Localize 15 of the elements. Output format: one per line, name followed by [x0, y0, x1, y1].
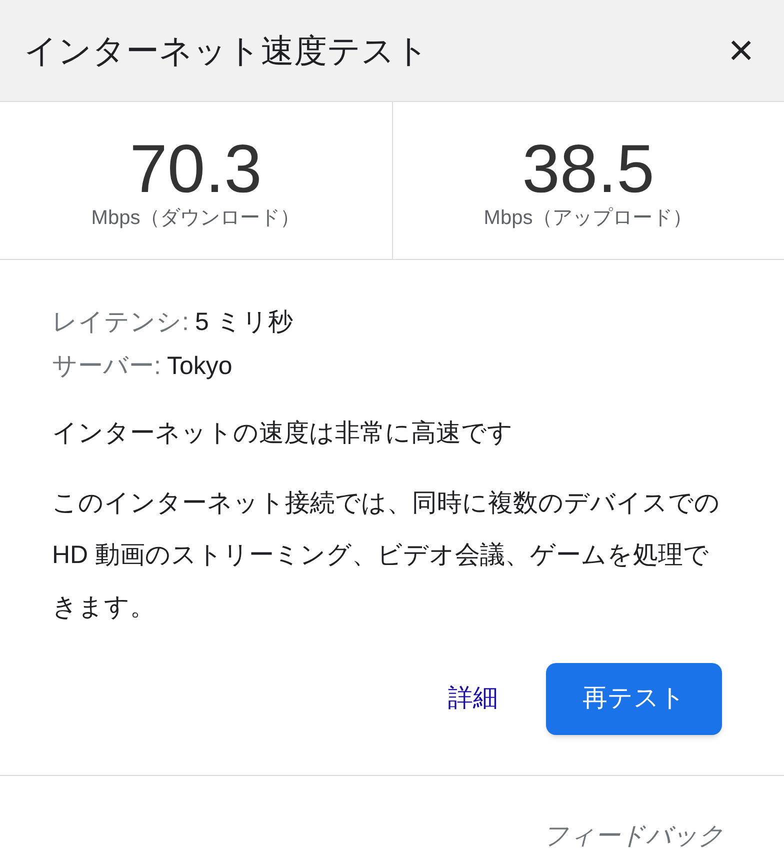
speed-summary: インターネットの速度は非常に高速です: [52, 418, 514, 449]
description-text: このインターネット接続では、同時に複数のデバイスでの HD 動画のストリーミング、ビデオ会議、ゲームを処理できます。: [52, 488, 721, 622]
details-link[interactable]: 詳細: [448, 680, 498, 718]
retest-button[interactable]: 再テスト: [546, 662, 722, 734]
speed-value: 70.3: [130, 134, 262, 202]
detail-value: 5 ミリ秒: [194, 307, 293, 338]
detail-label: レイテンシ:: [52, 307, 189, 338]
close-button[interactable]: ×: [728, 28, 754, 72]
dialog-title: インターネット速度テスト: [24, 30, 429, 71]
detail-label: サーバー:: [52, 350, 161, 382]
speed-unit-label: Mbps（ダウンロード）: [91, 206, 300, 230]
speed-unit-label: Mbps（アップロード）: [484, 206, 693, 230]
speed-value: 38.5: [522, 134, 654, 202]
feedback-link[interactable]: フィードバック: [543, 818, 724, 854]
detail-value: Tokyo: [166, 350, 232, 382]
